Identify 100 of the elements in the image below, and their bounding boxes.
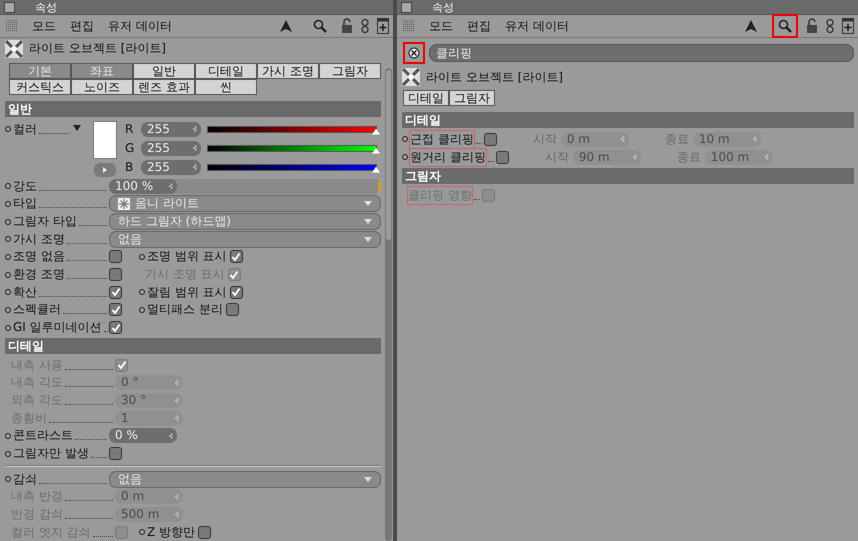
tab[interactable]: 그림자 — [319, 62, 381, 79]
checkbox[interactable] — [230, 286, 243, 299]
dropdown[interactable]: 옴니 라이트 — [109, 195, 381, 212]
scrollbar-thumb[interactable] — [386, 70, 391, 240]
caret-icon[interactable] — [73, 124, 81, 131]
number-field[interactable]: 90 m — [572, 150, 641, 164]
clear-icon[interactable] — [408, 47, 420, 59]
object-title: 라이트 오브젝트 [라이트] — [29, 40, 166, 58]
tab[interactable]: 기본 — [9, 62, 71, 79]
tab[interactable]: 가시 조명 — [257, 62, 319, 79]
number-field[interactable]: 100 m — [704, 150, 773, 164]
number-field[interactable]: 0 % — [109, 428, 177, 444]
window-title: 속성 — [35, 0, 57, 14]
menu-item[interactable]: 모드 — [32, 18, 56, 34]
lock-icon[interactable] — [341, 18, 353, 34]
checkbox[interactable] — [109, 286, 122, 299]
slider-thumb[interactable] — [372, 148, 380, 154]
animation-dot-icon[interactable] — [139, 289, 145, 296]
animation-dot-icon[interactable] — [5, 306, 11, 313]
animation-dot-icon[interactable] — [5, 126, 11, 132]
animation-dot-icon[interactable] — [5, 218, 11, 225]
checkbox[interactable] — [109, 268, 122, 282]
search-icon[interactable] — [778, 19, 792, 33]
tab[interactable]: 씬 — [195, 78, 257, 95]
number-field[interactable]: 255 — [141, 160, 201, 175]
checkbox[interactable] — [198, 526, 212, 539]
color-slider-track[interactable] — [207, 144, 377, 152]
pointer-icon[interactable] — [279, 19, 293, 33]
parameter-label: GI 일루미네이션 — [13, 319, 102, 336]
checkbox[interactable] — [109, 447, 122, 460]
parameter-label: Z 방향만 — [147, 524, 196, 541]
menu-item[interactable]: 유저 데이터 — [108, 18, 172, 34]
animation-dot-icon[interactable] — [5, 272, 11, 278]
animation-dot-icon[interactable] — [139, 529, 145, 536]
animation-dot-icon[interactable] — [5, 183, 11, 190]
slider-thumb[interactable] — [372, 166, 380, 173]
checkbox[interactable] — [484, 132, 497, 146]
slider-marker[interactable] — [378, 182, 381, 191]
dropdown[interactable]: 하드 그림자 (하드맵) — [109, 213, 381, 230]
checkbox[interactable] — [226, 303, 239, 316]
scrollbar[interactable] — [385, 68, 392, 541]
menu-item[interactable]: 유저 데이터 — [505, 18, 569, 34]
checkbox[interactable] — [496, 150, 509, 164]
tab[interactable]: 디테일 — [403, 90, 449, 106]
expand-button[interactable] — [94, 162, 116, 177]
new-window-icon[interactable] — [842, 18, 854, 34]
animation-dot-icon[interactable] — [5, 476, 11, 482]
tab[interactable]: 좌표 — [71, 62, 133, 79]
number-field[interactable]: 10 m — [692, 132, 761, 146]
menu-item[interactable]: 편집 — [70, 18, 94, 34]
new-window-icon[interactable] — [377, 18, 389, 34]
search-icon[interactable] — [313, 19, 327, 33]
link-icon[interactable] — [826, 18, 834, 34]
dropdown[interactable]: 없음 — [109, 470, 381, 488]
tab[interactable]: 일반 — [133, 62, 195, 79]
pointer-icon[interactable] — [744, 19, 758, 33]
tab[interactable]: 커스틱스 — [9, 78, 71, 95]
tab[interactable]: 그림자 — [449, 90, 495, 106]
dropdown-arrow-icon — [364, 219, 372, 224]
number-field[interactable]: 255 — [141, 122, 201, 137]
number-field[interactable]: 100 % — [109, 178, 177, 194]
grip-icon[interactable] — [6, 20, 18, 32]
tab[interactable]: 렌즈 효과 — [133, 78, 195, 95]
animation-dot-icon[interactable] — [5, 289, 11, 296]
checkbox[interactable] — [109, 321, 122, 334]
search-field[interactable]: 클리핑 — [429, 44, 854, 62]
color-slider-track[interactable] — [207, 164, 377, 171]
checkbox[interactable] — [109, 303, 122, 316]
parameter-label: 확산 — [13, 284, 37, 301]
animation-dot-icon[interactable] — [139, 306, 145, 313]
parameter-label: 스펙큘러 — [13, 301, 61, 318]
animation-dot-icon[interactable] — [139, 254, 145, 260]
animation-dot-icon[interactable] — [5, 450, 11, 456]
checkbox[interactable] — [109, 250, 122, 264]
menu-item[interactable]: 모드 — [429, 18, 453, 34]
parameter-label: 강도 — [13, 178, 37, 195]
color-slider-track[interactable] — [207, 126, 377, 133]
animation-dot-icon[interactable] — [5, 432, 11, 439]
grip-icon[interactable] — [403, 20, 415, 32]
number-field[interactable]: 0 m — [560, 132, 629, 146]
animation-dot-icon[interactable] — [402, 154, 408, 160]
dropdown-arrow-icon — [364, 236, 372, 242]
menu-item[interactable]: 편집 — [467, 18, 491, 34]
animation-dot-icon[interactable] — [5, 236, 11, 242]
animation-dot-icon[interactable] — [402, 136, 408, 142]
color-swatch[interactable] — [93, 120, 117, 159]
lock-icon[interactable] — [806, 18, 818, 34]
animation-dot-icon[interactable] — [5, 324, 11, 331]
dropdown[interactable]: 없음 — [109, 230, 381, 248]
tab[interactable]: 디테일 — [195, 62, 257, 79]
link-icon[interactable] — [361, 18, 369, 34]
window-box-icon — [4, 2, 15, 12]
checkbox[interactable] — [230, 250, 243, 264]
slider-thumb[interactable] — [372, 128, 380, 135]
animation-dot-icon[interactable] — [5, 200, 11, 207]
number-field[interactable]: 255 — [141, 140, 201, 156]
animation-dot-icon[interactable] — [5, 254, 11, 260]
tab[interactable]: 노이즈 — [71, 78, 133, 95]
slider-track[interactable]: 100 % — [109, 178, 381, 194]
window-box-icon — [401, 2, 412, 12]
